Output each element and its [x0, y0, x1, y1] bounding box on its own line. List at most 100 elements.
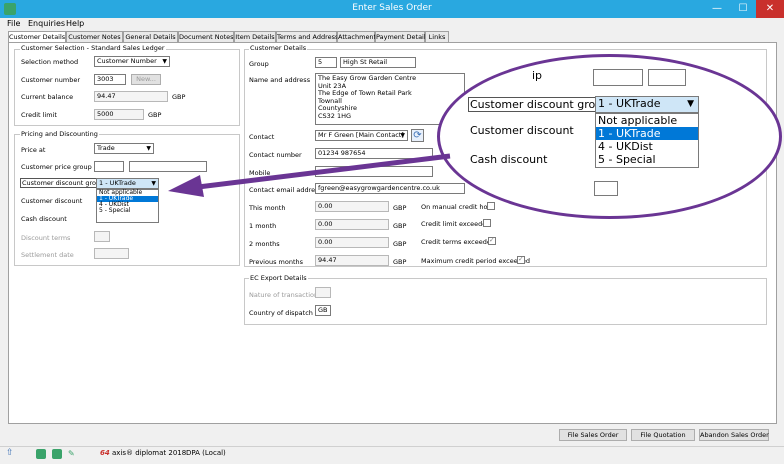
new-customer-button[interactable]: New... [131, 74, 161, 85]
discount-group-dropdown[interactable]: Not applicable 1 - UKTrade 4 - UKDist 5 … [96, 189, 159, 223]
selection-method-label: Selection method [21, 58, 79, 66]
ec-export-group [244, 278, 767, 325]
current-balance-value: 94.47 [94, 91, 168, 102]
zoom-option: Not applicable [598, 114, 678, 127]
annotation-arrow [168, 153, 451, 197]
window-title: Enter Sales Order [352, 3, 432, 13]
credit-limit-value: 5000 [94, 109, 144, 120]
dropdown-option[interactable]: 5 - Special [97, 208, 158, 214]
two-months-label: 2 months [249, 240, 280, 248]
zoom-discount-group-value: 1 - UKTrade [598, 97, 661, 110]
menu-bar: File Enquiries Help [0, 18, 784, 30]
zoom-discount-group-label: Customer discount group [468, 97, 612, 112]
customer-number-label: Customer number [21, 76, 81, 84]
previous-months-value: 94.47 [315, 255, 389, 266]
selection-method-select[interactable]: Customer Number ▼ [94, 56, 170, 67]
settlement-date-label: Settlement date [21, 251, 74, 259]
zoom-option-selected: 1 - UKTrade [596, 127, 698, 140]
zoom-partial-field [594, 181, 618, 196]
chevron-down-icon: ▼ [151, 180, 156, 187]
ec-export-title: EC Export Details [249, 274, 308, 282]
one-month-value: 0.00 [315, 219, 389, 230]
country-of-dispatch-label: Country of dispatch [249, 309, 313, 317]
one-month-label: 1 month [249, 222, 277, 230]
contact-value: Mr F Green [Main Contact] [318, 131, 404, 139]
contact-label: Contact [249, 133, 275, 141]
one-month-currency: GBP [393, 222, 407, 230]
customer-details-title: Customer Details [249, 44, 308, 52]
credit-limit-label: Credit limit [21, 111, 57, 119]
max-credit-period-label: Maximum credit period exceeded [421, 257, 530, 265]
app-name: axis® diplomat 2018 [112, 449, 187, 457]
customer-number-input[interactable]: 3003 [94, 74, 126, 85]
pricing-title: Pricing and Discounting [20, 130, 99, 138]
arrow-shaft [189, 153, 451, 191]
upload-icon[interactable]: ⇧ [6, 448, 14, 458]
name-address-label: Name and address [249, 76, 311, 84]
customer-discount-group-value: 1 - UKTrade [99, 179, 136, 187]
refresh-status-icon[interactable] [36, 449, 46, 459]
price-at-value: Trade [97, 144, 115, 152]
file-quotation-button[interactable]: File Quotation [631, 429, 695, 441]
status-bar: ⇧ ✎ 64 axis® diplomat 2018 DPA (Local) [0, 446, 784, 464]
on-hold-checkbox[interactable] [487, 202, 495, 210]
file-sales-order-button[interactable]: File Sales Order [559, 429, 627, 441]
chevron-down-icon: ▼ [400, 132, 405, 139]
zoom-discount-group-select: 1 - UKTrade ▼ [595, 96, 699, 113]
price-at-label: Price at [21, 146, 46, 154]
customer-discount-group-select[interactable]: 1 - UKTrade ▼ [96, 178, 159, 189]
previous-months-label: Previous months [249, 258, 304, 266]
customer-discount-label: Customer discount [21, 197, 83, 205]
sync-status-icon[interactable] [52, 449, 62, 459]
this-month-label: This month [249, 204, 286, 212]
two-months-value: 0.00 [315, 237, 389, 248]
customer-price-group-code[interactable] [94, 161, 124, 172]
axis-logo: 64 [100, 449, 110, 457]
credit-limit-exceeded-label: Credit limit exceeded [421, 220, 491, 228]
title-bar: Enter Sales Order — ☐ ✕ [0, 0, 784, 18]
on-hold-label: On manual credit hold [421, 203, 494, 211]
maximize-button[interactable]: ☐ [730, 0, 756, 18]
credit-terms-exceeded-label: Credit terms exceeded [421, 238, 495, 246]
checklist-icon[interactable]: ✎ [68, 449, 75, 458]
credit-limit-exceeded-checkbox [483, 219, 491, 227]
zoom-option: 5 - Special [598, 153, 656, 166]
abandon-sales-order-button[interactable]: Abandon Sales Order [699, 429, 769, 441]
credit-limit-currency: GBP [148, 111, 162, 119]
chevron-down-icon: ▼ [162, 58, 167, 65]
current-balance-currency: GBP [172, 93, 186, 101]
country-of-dispatch-input[interactable]: GB [315, 305, 331, 316]
credit-terms-exceeded-checkbox [488, 236, 496, 245]
zoom-cash-discount-label: Cash discount [470, 153, 548, 166]
arrow-head [168, 175, 204, 197]
discount-terms-label: Discount terms [21, 234, 71, 242]
chevron-down-icon: ▼ [687, 99, 694, 109]
menu-file[interactable]: File [7, 19, 20, 28]
dpa-status: DPA (Local) [186, 449, 226, 457]
group-name-input[interactable]: High St Retail [340, 57, 416, 68]
customer-discount-group-label: Customer discount group [20, 178, 107, 188]
refresh-icon[interactable]: ⟳ [411, 129, 424, 142]
current-balance-label: Current balance [21, 93, 74, 101]
price-at-select[interactable]: Trade ▼ [94, 143, 154, 154]
max-credit-period-checkbox [517, 255, 525, 264]
zoom-option: 4 - UKDist [598, 140, 653, 153]
minimize-button[interactable]: — [704, 0, 730, 18]
contact-select[interactable]: Mr F Green [Main Contact] ▼ [315, 130, 408, 141]
menu-enquiries[interactable]: Enquiries [28, 19, 65, 28]
group-code-input[interactable]: 5 [315, 57, 337, 68]
discount-terms-input [94, 231, 110, 242]
nature-of-transaction-input [315, 287, 331, 298]
zoom-partial-label: ip [532, 69, 543, 82]
menu-help[interactable]: Help [66, 19, 84, 28]
cash-discount-label: Cash discount [21, 215, 67, 223]
group-label: Group [249, 60, 269, 68]
nature-of-transaction-label: Nature of transaction [249, 291, 319, 299]
zoom-partial-field [648, 69, 686, 86]
zoom-dropdown-list: Not applicable 1 - UKTrade 4 - UKDist 5 … [595, 113, 699, 168]
two-months-currency: GBP [393, 240, 407, 248]
close-button[interactable]: ✕ [756, 0, 784, 18]
zoom-partial-field [593, 69, 643, 86]
magnified-callout: ip Customer discount group 1 - UKTrade ▼ … [437, 54, 782, 219]
selection-method-value: Customer Number [97, 57, 157, 65]
